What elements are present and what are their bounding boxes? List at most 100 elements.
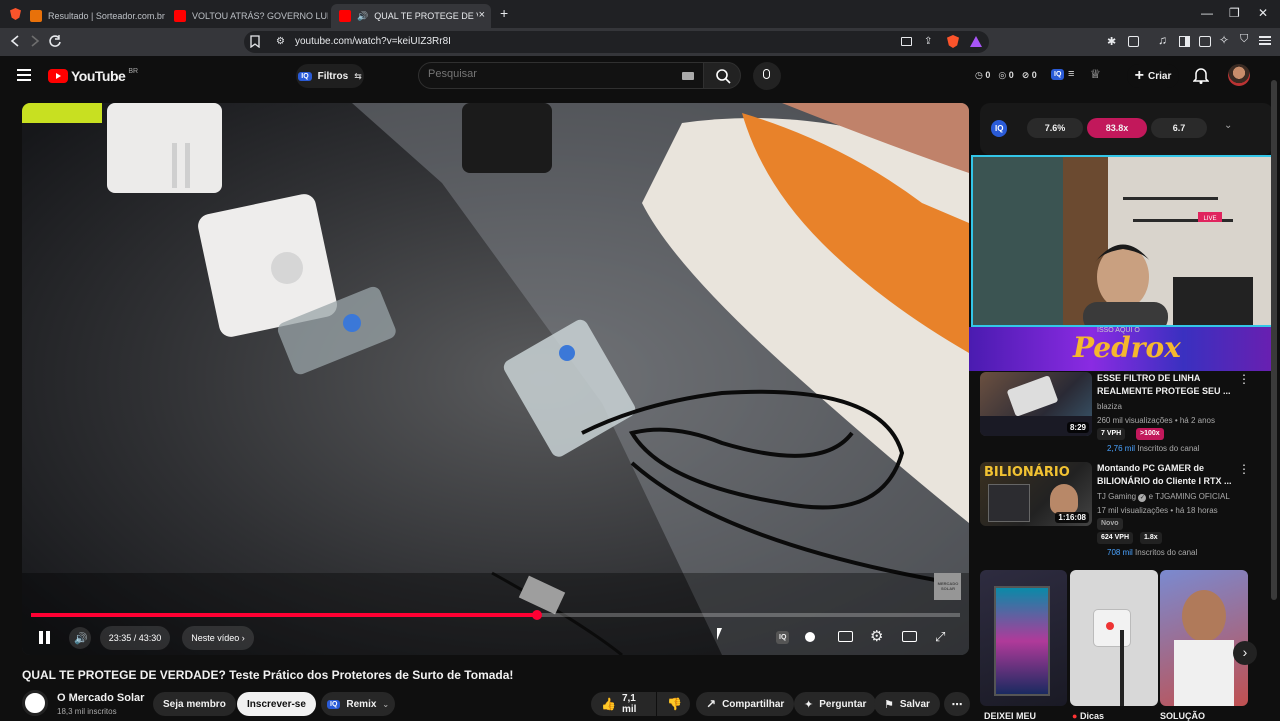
vpn-icon[interactable]: ⛉ — [1240, 33, 1248, 46]
progress-bar[interactable] — [31, 610, 960, 620]
search-input[interactable] — [428, 68, 668, 80]
close-tab-icon[interactable]: × — [479, 9, 485, 21]
screenshot-icon[interactable] — [1128, 36, 1139, 47]
sparkle-icon: ✦ — [804, 698, 814, 711]
restore-icon[interactable]: ❐ — [1229, 6, 1240, 20]
short-card[interactable] — [980, 570, 1067, 706]
chevron-down-icon[interactable]: ⌄ — [1224, 120, 1232, 131]
minimize-icon[interactable]: — — [1201, 6, 1213, 20]
save-button[interactable]: ⚑ Salvar — [874, 692, 940, 716]
pause-circle-icon[interactable] — [805, 632, 815, 642]
sidebar-icon[interactable] — [1179, 36, 1190, 47]
iq-player-badge[interactable]: IQ — [776, 631, 790, 644]
eye-stat: ◎ 0 — [998, 70, 1014, 80]
video-thumbnail[interactable]: BILIONÁRIO 1:16:08 — [980, 462, 1092, 526]
save-label: Salvar — [899, 698, 930, 710]
guide-menu-icon[interactable] — [17, 69, 31, 81]
fullscreen-icon[interactable]: ⤢ — [935, 629, 945, 645]
iq-extension-badge[interactable]: IQ — [1051, 69, 1065, 80]
vph-badge: 624 VPH — [1097, 532, 1134, 544]
avatar[interactable] — [1228, 64, 1250, 86]
miniplayer-icon[interactable] — [902, 631, 917, 642]
create-button[interactable]: + Criar — [1127, 64, 1179, 88]
brave-shields-icon[interactable] — [947, 35, 959, 48]
list-icon[interactable]: ≡ — [1068, 68, 1074, 80]
tab-active-video[interactable]: 🔊 QUAL TE PROTEGE DE VERDA × — [331, 4, 491, 28]
subtitles-icon[interactable] — [838, 631, 853, 642]
stats-counter: ◷ 0 ◎ 0 ⊘ 0 — [975, 70, 1037, 81]
site-settings-icon[interactable]: ⚙ — [276, 36, 285, 47]
tab-sorteador[interactable]: Resultado | Sorteador.com.br - O Site — [8, 4, 166, 28]
wallet-icon[interactable] — [1199, 36, 1211, 47]
browser-tab-bar: Resultado | Sorteador.com.br - O Site VO… — [0, 0, 1280, 28]
media-icon[interactable]: ♫ — [1158, 33, 1167, 47]
youtube-logo[interactable]: YouTube BR — [48, 68, 138, 84]
back-icon[interactable] — [9, 34, 21, 48]
short-thumbnail-pc — [994, 586, 1050, 696]
channel-name[interactable]: O Mercado Solar — [57, 692, 144, 704]
recommended-video[interactable]: BILIONÁRIO 1:16:08 Montando PC GAMER de … — [980, 462, 1270, 562]
share-page-icon[interactable]: ⇪ — [924, 36, 932, 47]
scrollbar-thumb[interactable] — [1271, 80, 1277, 600]
more-options-icon[interactable]: ⋮ — [1238, 372, 1250, 386]
channel-avatar[interactable] — [22, 690, 48, 716]
close-window-icon[interactable]: ✕ — [1258, 6, 1268, 20]
voice-search-button[interactable] — [753, 62, 781, 90]
ask-button[interactable]: ✦ Perguntar — [794, 692, 877, 716]
speaker-icon[interactable]: 🔊 — [357, 11, 368, 22]
trophy-icon[interactable]: ♕ — [1090, 67, 1101, 81]
url-text[interactable]: youtube.com/watch?v=keiUIZ3Rr8I — [295, 36, 451, 47]
next-shorts-button[interactable]: › — [1233, 641, 1257, 665]
microphone-icon — [763, 69, 770, 79]
chapter-button[interactable]: Neste vídeo › — [182, 626, 254, 650]
recommended-channel[interactable]: blaziza — [1097, 402, 1122, 411]
thumbnail-person — [1050, 484, 1078, 514]
join-button[interactable]: Seja membro — [153, 692, 236, 716]
share-button[interactable]: ↗ Compartilhar — [696, 692, 795, 716]
forward-icon[interactable] — [29, 34, 41, 48]
iq-badge: IQ — [298, 71, 312, 81]
more-options-icon[interactable]: ⋮ — [1238, 462, 1250, 476]
metric-pill: 7.6% — [1027, 118, 1083, 138]
leo-ai-icon[interactable]: ✧ — [1219, 33, 1229, 47]
streamer-banner: ISSO AQUI O Pedrox — [969, 327, 1275, 371]
notifications-icon[interactable] — [1193, 66, 1209, 84]
like-button[interactable]: 👍 7,1 mil — [591, 692, 656, 716]
keyboard-icon[interactable] — [682, 72, 694, 80]
duration-badge: 1:16:08 — [1055, 512, 1089, 523]
brave-rewards-icon[interactable] — [970, 36, 982, 47]
reload-icon[interactable] — [48, 34, 62, 48]
browser-menu-icon[interactable] — [1259, 34, 1271, 47]
remix-button[interactable]: IQ Remix ⌄ — [321, 692, 396, 716]
extensions-icon[interactable]: ✱ — [1107, 35, 1116, 48]
svg-text:LIVE: LIVE — [1203, 216, 1216, 222]
recommended-title[interactable]: ESSE FILTRO DE LINHA REALMENTE PROTEGE S… — [1097, 372, 1237, 398]
subscribe-button[interactable]: Inscrever-se — [237, 692, 316, 716]
recommended-video[interactable]: 8:29 ESSE FILTRO DE LINHA REALMENTE PROT… — [980, 372, 1270, 456]
video-player[interactable]: MERCADO SOLAR 🔊 23:35 / 43:30 Neste víde… — [22, 103, 969, 655]
volume-button[interactable]: 🔊 — [69, 627, 91, 649]
recommended-channel[interactable]: TJ Gaming ✓ e TJGAMING OFICIAL — [1097, 492, 1230, 502]
search-button[interactable] — [703, 62, 741, 89]
tab-governo[interactable]: VOLTOU ATRÁS? GOVERNO LULA ZE — [166, 4, 328, 28]
mouse-cursor-icon — [717, 628, 727, 640]
settings-icon[interactable]: ⚙ — [870, 627, 883, 645]
video-title: QUAL TE PROTEGE DE VERDADE? Teste Prátic… — [22, 668, 514, 682]
channel-watermark[interactable]: MERCADO SOLAR — [936, 581, 960, 591]
new-tab-button[interactable]: + — [500, 5, 508, 21]
share-icon: ↗ — [706, 697, 717, 711]
sorteador-icon — [30, 10, 42, 22]
pause-button[interactable] — [39, 631, 51, 644]
page-scrollbar[interactable] — [1271, 60, 1277, 720]
address-bar[interactable]: ⚙ youtube.com/watch?v=keiUIZ3Rr8I ⇪ — [244, 31, 989, 53]
bookmark-icon[interactable] — [250, 35, 260, 48]
dislike-button[interactable]: 👎 — [657, 692, 690, 716]
search-box[interactable] — [418, 62, 704, 89]
video-thumbnail[interactable]: 8:29 — [980, 372, 1092, 436]
recommended-title[interactable]: Montando PC GAMER de BILIONÁRIO do Clien… — [1097, 462, 1237, 488]
short-card[interactable] — [1160, 570, 1248, 706]
more-actions-button[interactable]: ⋯ — [944, 692, 970, 716]
filters-button[interactable]: IQ Filtros ⇆ — [296, 64, 364, 88]
cast-icon[interactable] — [901, 37, 912, 46]
short-card[interactable] — [1070, 570, 1158, 706]
